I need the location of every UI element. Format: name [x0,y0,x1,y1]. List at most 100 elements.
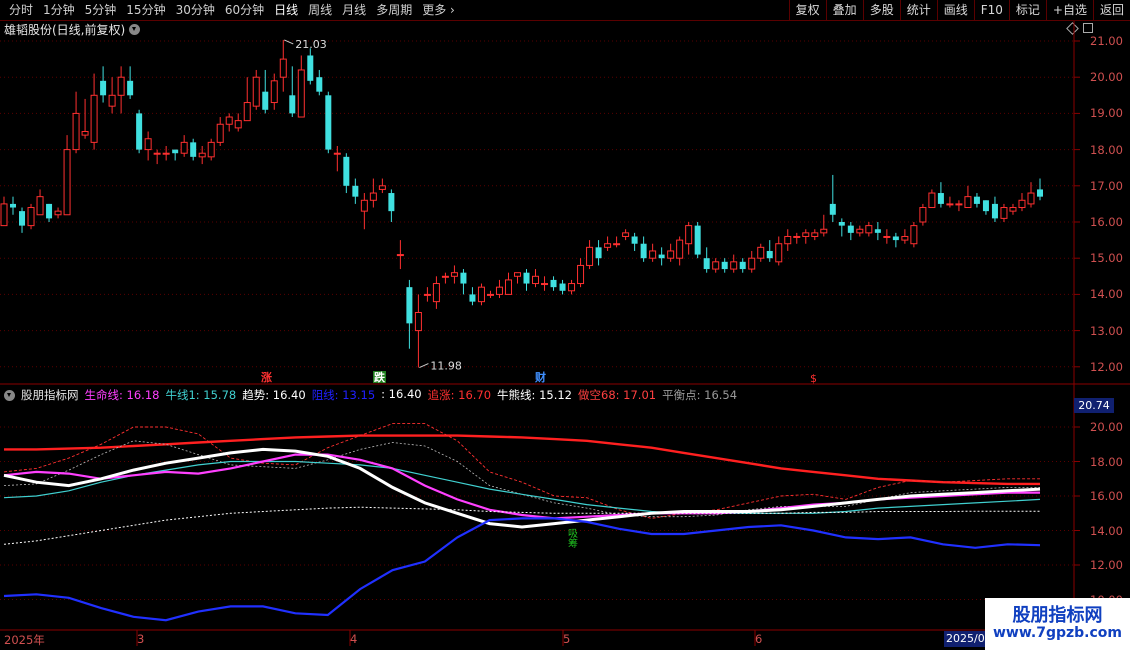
candle-body [495,286,503,295]
legend-item-0: 生命线: 16.18 [84,388,160,402]
chart-canvas: 21.03 11.98 涨 跌 财 $ 吸筹 [0,21,1130,646]
line-niuxian [3,460,1041,514]
candle-body [325,95,332,150]
candle-body [36,196,44,216]
signal-xichou: 吸筹 [566,528,578,548]
candle-body [595,247,602,259]
candle-body [757,246,765,259]
toolbar: 分时 1分钟 5分钟 15分钟 30分钟 60分钟 日线 周线 月线 多周期 更多 › 复权 叠加 多股… [0,0,1130,21]
candle-body [369,192,377,201]
candle-body [784,235,792,245]
toolbar-button-2[interactable]: 多股 [862,0,900,20]
candle-body [856,228,864,234]
toolbar-button-8[interactable]: 返回 [1092,0,1130,20]
period-tab-8[interactable]: 月线 [337,0,371,20]
candle-body [991,203,998,219]
period-tab-9[interactable]: 多周期 [371,0,417,20]
indicator-dropdown-icon[interactable] [4,389,15,401]
toolbar-button-4[interactable]: 画线 [936,0,974,20]
line-zuxian [3,517,1041,622]
period-tab-3[interactable]: 15分钟 [121,0,170,20]
candle-body [1037,189,1043,197]
candle-body [541,283,549,286]
period-tab-5[interactable]: 60分钟 [220,0,269,20]
period-tab-7[interactable]: 周线 [303,0,337,20]
candle-body [388,193,395,212]
price-tick-7: 14.00 [1090,287,1123,302]
candle-body [955,203,963,206]
high-label: 21.03 [295,38,327,51]
candle-body [649,250,657,259]
candle-body [423,293,431,296]
candle-body [144,138,152,151]
indicator-current-value: 20.74 [1074,398,1114,413]
candle-body [523,272,530,284]
candle-body [469,294,476,302]
candle-body [622,232,630,237]
signal-zhang-bg [260,371,273,383]
candle-body [982,200,989,212]
candle-body [441,275,449,278]
indicator-name: 股朋指标网 [21,388,79,402]
candle-body [604,243,612,248]
candle-body [180,141,188,154]
watermark-url: www.7gpzb.com [992,625,1122,641]
low-label: 11.98 [430,360,462,373]
candle-body [136,113,143,150]
dropdown-icon[interactable] [129,24,141,35]
period-tab-0[interactable]: 分时 [4,0,38,20]
candle-body [910,225,918,245]
candle-body [352,185,359,197]
candle-body [279,58,287,78]
signal-zhang: 涨 [261,370,272,384]
candle-body [225,116,233,125]
toolbar-button-7[interactable]: +自选 [1045,0,1093,20]
legend-item-2: 趋势: 16.40 [242,388,306,402]
candle-body [658,254,665,259]
candle-body [46,203,53,219]
candle-body [127,80,134,96]
period-tab-4[interactable]: 30分钟 [171,0,220,20]
toolbar-button-0[interactable]: 复权 [788,0,826,20]
diamond-icon[interactable] [1066,22,1079,35]
candle-body [1000,207,1008,219]
period-tab-6[interactable]: 日线 [269,0,303,20]
toolbar-button-6[interactable]: 标记 [1008,0,1046,20]
candle-body [343,156,350,186]
square-icon[interactable] [1083,23,1093,33]
toolbar-button-1[interactable]: 叠加 [825,0,863,20]
candle-body [406,287,413,324]
period-tab-2[interactable]: 5分钟 [80,0,122,20]
price-tick-5: 16.00 [1090,215,1123,229]
candle-body [396,254,404,257]
candle-body [10,203,17,208]
candle-body [90,94,98,143]
toolbar-button-3[interactable]: 统计 [899,0,937,20]
candle-body [793,235,801,238]
candle-body [216,123,224,143]
candle-body [640,243,647,259]
legend-item-6: 牛熊线: 15.12 [497,388,572,402]
candle-body [820,228,828,234]
candle-body [694,225,701,255]
signal-cai-bg [534,371,547,383]
candle-body [667,250,675,259]
candle-body [685,225,693,245]
candle-body [162,152,170,155]
candle-body [450,272,458,277]
candle-body [1018,199,1026,209]
candle-body [730,261,738,270]
candle-body [460,272,467,284]
toolbar-button-5[interactable]: F10 [973,0,1009,20]
period-tab-1[interactable]: 1分钟 [38,0,80,20]
candle-body [568,283,576,292]
line-zuokong [3,423,1040,519]
line-zhuizhang [4,434,1040,486]
price-tick-4: 17.00 [1090,178,1123,193]
toolbar-buttons: 复权 叠加 多股 统计 画线 F10 标记 +自选 返回 [788,0,1130,20]
period-tab-10[interactable]: 更多 › [417,0,460,20]
candle-body [27,207,35,227]
candle-body [775,243,783,263]
price-tick-9: 12.00 [1090,359,1123,374]
candle-body [333,152,341,155]
